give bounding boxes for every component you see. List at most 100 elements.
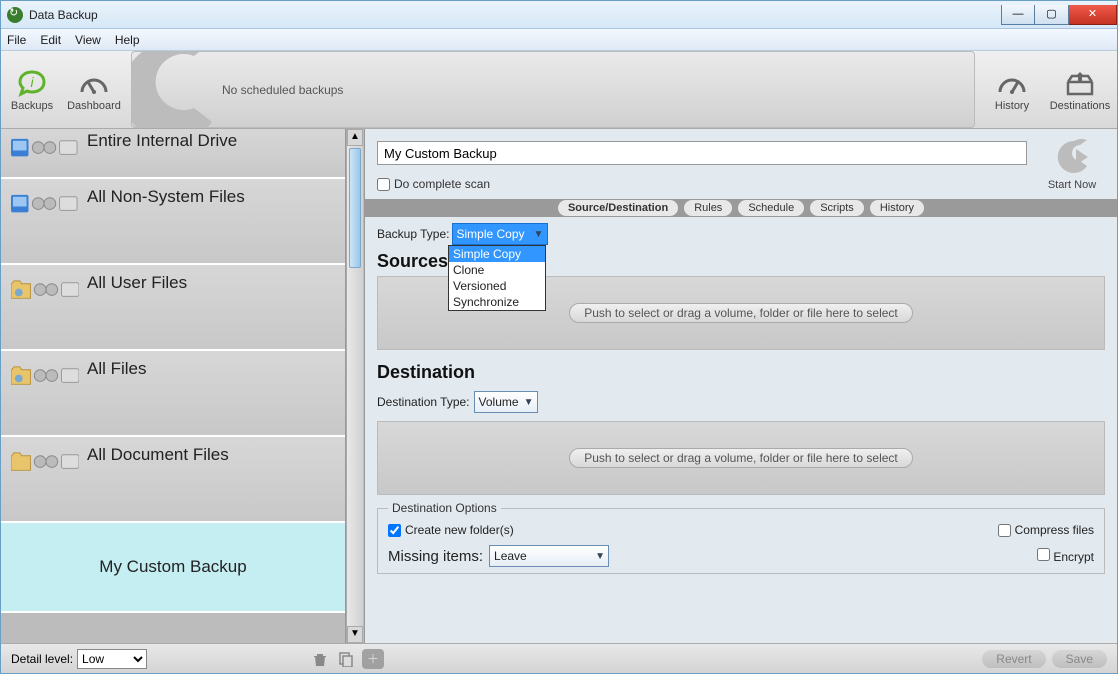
drive-chain-icon (11, 131, 79, 165)
toolbar: i Backups Dashboard No scheduled backups… (1, 51, 1117, 129)
sidebar-scrollbar[interactable]: ▲ ▼ (346, 129, 363, 643)
dashboard-label: Dashboard (67, 100, 121, 112)
save-button[interactable]: Save (1052, 650, 1107, 668)
backup-list-sidebar: Entire Internal Drive All Non-System Fil… (1, 129, 346, 643)
backups-label: Backups (11, 100, 53, 112)
trash-icon (312, 651, 328, 667)
destination-options-legend: Destination Options (388, 501, 501, 515)
menu-view[interactable]: View (75, 33, 101, 47)
detail-panel: Start Now Do complete scan Source/Destin… (365, 129, 1117, 643)
box-arrow-icon (1064, 68, 1096, 100)
complete-scan-checkbox[interactable] (377, 178, 390, 191)
backup-type-label: Backup Type: (377, 227, 450, 241)
sidebar-item-label: All Files (87, 359, 147, 379)
scroll-up-button[interactable]: ▲ (347, 129, 363, 146)
tab-schedule[interactable]: Schedule (738, 200, 804, 216)
create-new-folders-checkbox[interactable] (388, 524, 401, 537)
tab-source-destination[interactable]: Source/Destination (558, 200, 678, 216)
close-button[interactable]: ✕ (1069, 5, 1117, 25)
delete-button[interactable] (310, 649, 330, 669)
maximize-button[interactable]: ▢ (1035, 5, 1069, 25)
backup-name-input[interactable] (377, 141, 1027, 165)
scroll-thumb[interactable] (349, 148, 361, 268)
chevron-down-icon: ▼ (531, 229, 547, 240)
create-new-folders-option[interactable]: Create new folder(s) (388, 523, 514, 537)
tab-scripts[interactable]: Scripts (810, 200, 864, 216)
backup-type-dropdown: Simple Copy Clone Versioned Synchronize (448, 245, 546, 311)
destination-type-select[interactable]: Volume ▼ (474, 391, 538, 413)
destination-type-selected: Volume (479, 395, 519, 409)
backup-name-row (365, 129, 1117, 169)
complete-scan-label: Do complete scan (394, 177, 490, 191)
destination-select-button[interactable]: Push to select or drag a volume, folder … (569, 448, 913, 468)
backup-type-select[interactable]: Simple Copy ▼ (452, 223, 548, 245)
copy-icon (338, 651, 354, 667)
sidebar-item-label: My Custom Backup (99, 557, 246, 577)
sidebar-item-label: All User Files (87, 273, 187, 293)
sidebar-item-my-custom-backup[interactable]: My Custom Backup (1, 523, 345, 613)
dropdown-option-clone[interactable]: Clone (449, 262, 545, 278)
scroll-track[interactable] (347, 270, 363, 626)
destinations-label: Destinations (1050, 100, 1111, 112)
dropdown-option-simple-copy[interactable]: Simple Copy (449, 246, 545, 262)
status-panel: No scheduled backups (131, 51, 975, 128)
sidebar-item-label: All Non-System Files (87, 187, 245, 207)
app-icon (7, 7, 23, 23)
backup-type-selected: Simple Copy (457, 227, 525, 241)
chevron-down-icon: ▼ (592, 551, 608, 562)
sidebar-item-all-non-system-files[interactable]: All Non-System Files (1, 179, 345, 265)
menu-file[interactable]: File (7, 33, 26, 47)
scroll-down-button[interactable]: ▼ (347, 626, 363, 643)
main-area: Entire Internal Drive All Non-System Fil… (1, 129, 1117, 643)
detail-tabs: Source/Destination Rules Schedule Script… (365, 199, 1117, 217)
missing-items-label: Missing items: (388, 548, 483, 565)
dropdown-option-synchronize[interactable]: Synchronize (449, 294, 545, 310)
destinations-button[interactable]: Destinations (1043, 51, 1117, 128)
folder-chain-icon (11, 445, 79, 479)
destination-heading: Destination (377, 362, 1105, 383)
sidebar-item-all-files[interactable]: All Files (1, 351, 345, 437)
compress-files-option[interactable]: Compress files (998, 523, 1094, 537)
history-button[interactable]: History (981, 51, 1043, 128)
destination-drop-zone[interactable]: Push to select or drag a volume, folder … (377, 421, 1105, 495)
compress-files-label: Compress files (1015, 523, 1094, 537)
duplicate-button[interactable] (336, 649, 356, 669)
titlebar: Data Backup — ▢ ✕ (1, 1, 1117, 29)
menubar: File Edit View Help (1, 29, 1117, 51)
detail-level-select[interactable]: Low (77, 649, 147, 669)
sidebar-item-label: Entire Internal Drive (87, 131, 237, 151)
detail-level-label: Detail level: (11, 652, 73, 666)
backups-button[interactable]: i Backups (1, 51, 63, 128)
dashboard-button[interactable]: Dashboard (63, 51, 125, 128)
missing-items-selected: Leave (494, 549, 527, 563)
create-new-folders-label: Create new folder(s) (405, 523, 514, 537)
complete-scan-row: Do complete scan (365, 169, 1117, 199)
missing-items-select[interactable]: Leave ▼ (489, 545, 609, 567)
app-window: Data Backup — ▢ ✕ File Edit View Help i … (0, 0, 1118, 674)
compress-files-checkbox[interactable] (998, 524, 1011, 537)
status-text: No scheduled backups (222, 83, 343, 97)
revert-button[interactable]: Revert (982, 650, 1045, 668)
start-now-label: Start Now (1048, 179, 1096, 191)
add-button[interactable]: ＋ (362, 649, 384, 669)
chevron-down-icon: ▼ (521, 397, 537, 408)
minimize-button[interactable]: — (1001, 5, 1035, 25)
sources-select-button[interactable]: Push to select or drag a volume, folder … (569, 303, 913, 323)
history-label: History (995, 100, 1029, 112)
bottom-bar: Detail level: Low ＋ Revert Save (1, 643, 1117, 673)
start-now-button[interactable]: Start Now (1037, 137, 1107, 191)
sidebar-item-label: All Document Files (87, 445, 229, 465)
sidebar-item-all-document-files[interactable]: All Document Files (1, 437, 345, 523)
destination-type-row: Destination Type: Volume ▼ (377, 391, 1105, 413)
menu-help[interactable]: Help (115, 33, 140, 47)
start-arrow-icon (1052, 137, 1092, 177)
gauge-icon (996, 68, 1028, 100)
sidebar-item-entire-internal-drive[interactable]: Entire Internal Drive (1, 129, 345, 179)
menu-edit[interactable]: Edit (40, 33, 61, 47)
dropdown-option-versioned[interactable]: Versioned (449, 278, 545, 294)
tab-history[interactable]: History (870, 200, 924, 216)
tab-rules[interactable]: Rules (684, 200, 732, 216)
encrypt-option[interactable]: Encrypt (1037, 548, 1094, 564)
encrypt-checkbox[interactable] (1037, 548, 1050, 561)
sidebar-item-all-user-files[interactable]: All User Files (1, 265, 345, 351)
